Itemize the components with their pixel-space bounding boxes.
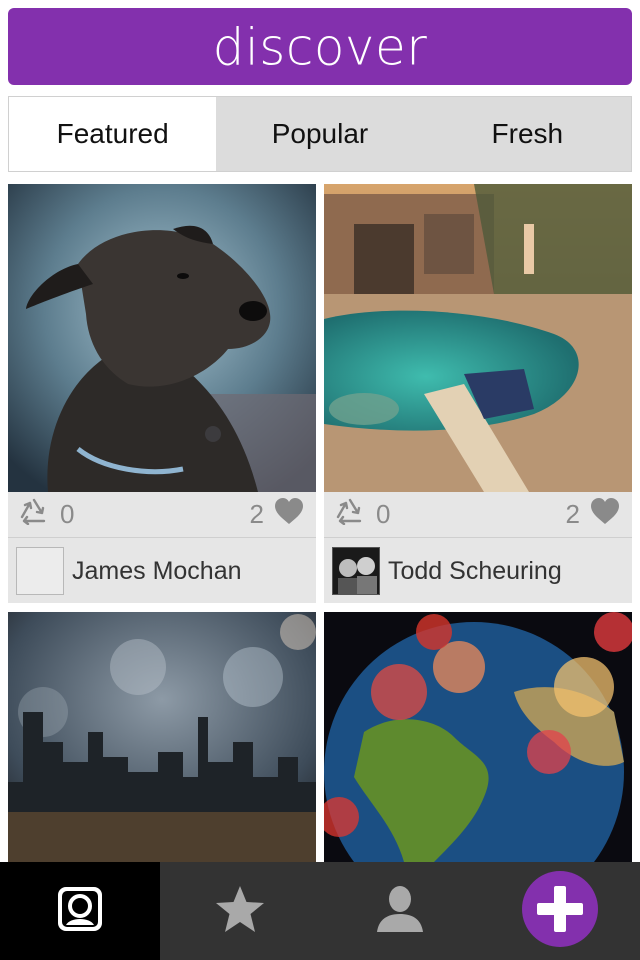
avatar[interactable]: [16, 547, 64, 595]
post-card: [8, 612, 316, 862]
repost-icon: [334, 497, 366, 532]
post-stats: 0 2: [324, 492, 632, 538]
repost-count: 0: [60, 499, 75, 529]
heart-icon: [590, 497, 620, 532]
tab-favorites[interactable]: [160, 862, 320, 960]
repost-count: 0: [376, 499, 391, 529]
person-icon: [375, 884, 425, 939]
author-name[interactable]: Todd Scheuring: [388, 557, 562, 586]
tab-featured[interactable]: Featured: [9, 97, 217, 171]
like-stat[interactable]: 2: [249, 497, 304, 532]
like-count: 2: [249, 499, 264, 529]
post-photo-earth[interactable]: [324, 612, 632, 862]
tab-fresh[interactable]: Fresh: [424, 97, 631, 171]
like-count: 2: [565, 499, 580, 529]
profile-frame-icon: [56, 885, 104, 938]
repost-icon: [18, 497, 50, 532]
tab-popular[interactable]: Popular: [216, 97, 423, 171]
post-card: 0 2 Todd Scheuring: [324, 184, 632, 603]
avatar[interactable]: [332, 547, 380, 595]
tab-discover[interactable]: [0, 862, 160, 960]
post-photo-dog[interactable]: [8, 184, 316, 492]
repost-stat[interactable]: 0: [334, 497, 390, 532]
header-bar: discover: [8, 8, 632, 85]
post-card: [324, 612, 632, 862]
tab-add[interactable]: [480, 862, 640, 960]
heart-icon: [274, 497, 304, 532]
feed-tabs: Featured Popular Fresh: [8, 96, 632, 172]
post-author[interactable]: Todd Scheuring: [324, 539, 632, 603]
tab-profile[interactable]: [320, 862, 480, 960]
post-card: 0 2 James Mochan: [8, 184, 316, 603]
page-title: discover: [212, 16, 428, 77]
bottom-tab-bar: [0, 862, 640, 960]
author-name[interactable]: James Mochan: [72, 557, 242, 586]
post-photo-pool[interactable]: [324, 184, 632, 492]
post-photo-city[interactable]: [8, 612, 316, 862]
repost-stat[interactable]: 0: [18, 497, 74, 532]
like-stat[interactable]: 2: [565, 497, 620, 532]
post-stats: 0 2: [8, 492, 316, 538]
plus-icon[interactable]: [521, 870, 599, 953]
star-icon: [214, 884, 266, 939]
post-author[interactable]: James Mochan: [8, 539, 316, 603]
